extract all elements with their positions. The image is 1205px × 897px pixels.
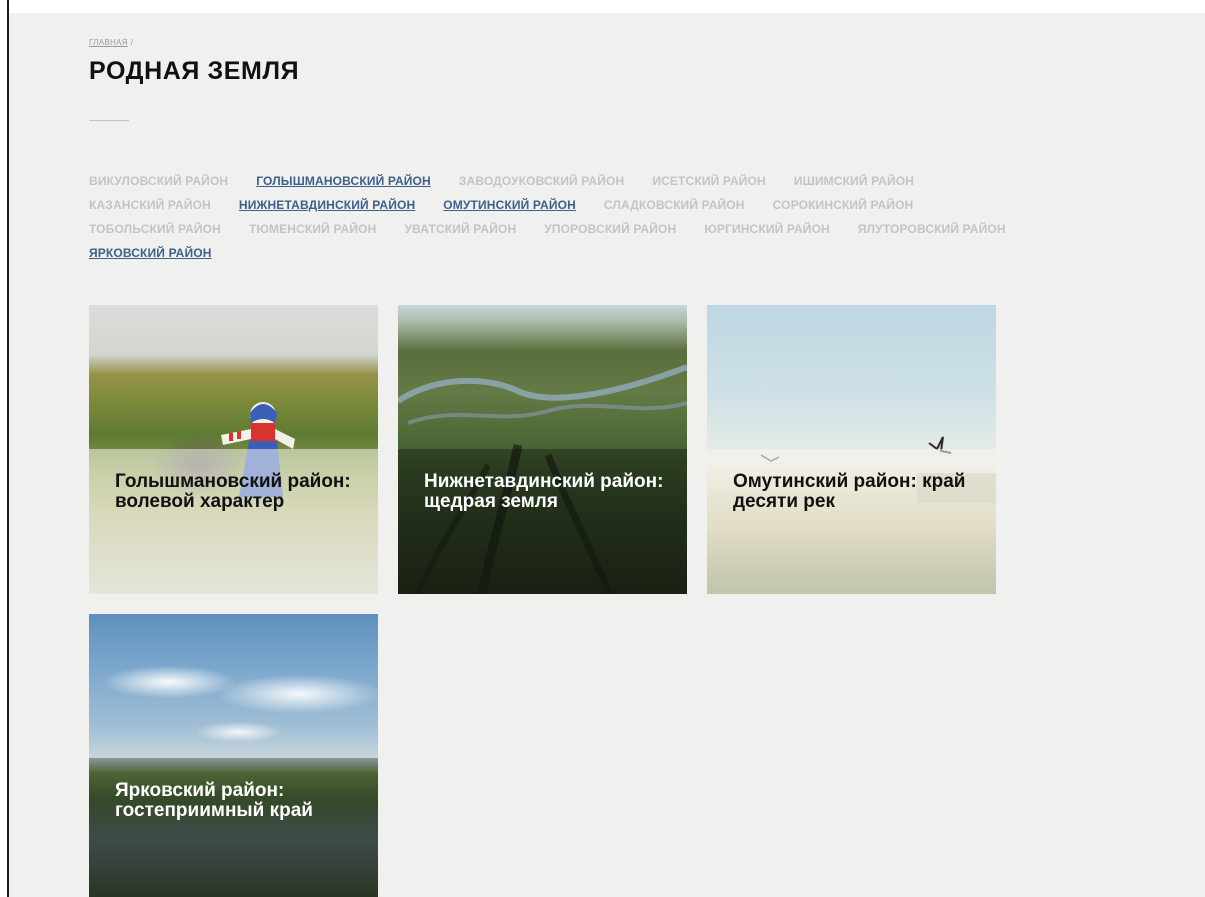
district-row: ТОБОЛЬСКИЙ РАЙОН ТЮМЕНСКИЙ РАЙОН УВАТСКИ… — [89, 217, 1189, 241]
district-link-golyshmanovsky[interactable]: ГОЛЫШМАНОВСКИЙ РАЙОН — [256, 174, 431, 188]
district-link-isetsky[interactable]: ИСЕТСКИЙ РАЙОН — [652, 174, 766, 188]
district-link-vikulovsky[interactable]: ВИКУЛОВСКИЙ РАЙОН — [89, 174, 228, 188]
title-divider — [89, 120, 129, 121]
district-link-uporovsky[interactable]: УПОРОВСКИЙ РАЙОН — [544, 222, 676, 236]
page-content: ГЛАВНАЯ / РОДНАЯ ЗЕМЛЯ ВИКУЛОВСКИЙ РАЙОН … — [9, 13, 1205, 897]
district-row: КАЗАНСКИЙ РАЙОН НИЖНЕТАВДИНСКИЙ РАЙОН ОМ… — [89, 193, 1189, 217]
article-card-nizhnetavdinsky[interactable]: Нижнетавдинский район: щедрая земля — [398, 305, 687, 594]
district-filter: ВИКУЛОВСКИЙ РАЙОН ГОЛЫШМАНОВСКИЙ РАЙОН З… — [89, 169, 1189, 265]
district-row: ВИКУЛОВСКИЙ РАЙОН ГОЛЫШМАНОВСКИЙ РАЙОН З… — [89, 169, 1189, 193]
district-link-kazansky[interactable]: КАЗАНСКИЙ РАЙОН — [89, 198, 211, 212]
breadcrumb-separator: / — [130, 38, 134, 47]
district-link-zavodoukovsky[interactable]: ЗАВОДОУКОВСКИЙ РАЙОН — [459, 174, 624, 188]
card-title: Нижнетавдинский район: щедрая земля — [424, 471, 664, 512]
card-title: Ярковский район: гостеприимный край — [115, 780, 313, 821]
card-caption-overlay — [89, 758, 378, 897]
district-link-yalutorovsky[interactable]: ЯЛУТОРОВСКИЙ РАЙОН — [858, 222, 1006, 236]
district-link-uvatsky[interactable]: УВАТСКИЙ РАЙОН — [404, 222, 516, 236]
district-link-nizhnetavdinsky[interactable]: НИЖНЕТАВДИНСКИЙ РАЙОН — [239, 198, 415, 212]
district-link-yarkovsky[interactable]: ЯРКОВСКИЙ РАЙОН — [89, 246, 212, 260]
article-card-yarkovsky[interactable]: Ярковский район: гостеприимный край — [89, 614, 378, 897]
card-title: Голышмановский район: волевой характер — [115, 471, 351, 512]
district-link-sorokinsky[interactable]: СОРОКИНСКИЙ РАЙОН — [773, 198, 914, 212]
article-card-golyshmanovsky[interactable]: Голышмановский район: волевой характер — [89, 305, 378, 594]
district-link-omutinsky[interactable]: ОМУТИНСКИЙ РАЙОН — [443, 198, 576, 212]
district-link-tyumensky[interactable]: ТЮМЕНСКИЙ РАЙОН — [249, 222, 376, 236]
breadcrumb-home-link[interactable]: ГЛАВНАЯ — [89, 38, 128, 47]
district-link-sladkovsky[interactable]: СЛАДКОВСКИЙ РАЙОН — [604, 198, 745, 212]
article-card-omutinsky[interactable]: Омутинский район: край десяти рек — [707, 305, 996, 594]
card-title: Омутинский район: край десяти рек — [733, 471, 966, 512]
district-link-tobolsky[interactable]: ТОБОЛЬСКИЙ РАЙОН — [89, 222, 221, 236]
district-link-ishimsky[interactable]: ИШИМСКИЙ РАЙОН — [794, 174, 914, 188]
breadcrumb: ГЛАВНАЯ / — [89, 38, 133, 47]
district-link-yurginsky[interactable]: ЮРГИНСКИЙ РАЙОН — [704, 222, 830, 236]
district-row: ЯРКОВСКИЙ РАЙОН — [89, 241, 1189, 265]
page-title: РОДНАЯ ЗЕМЛЯ — [89, 57, 300, 85]
